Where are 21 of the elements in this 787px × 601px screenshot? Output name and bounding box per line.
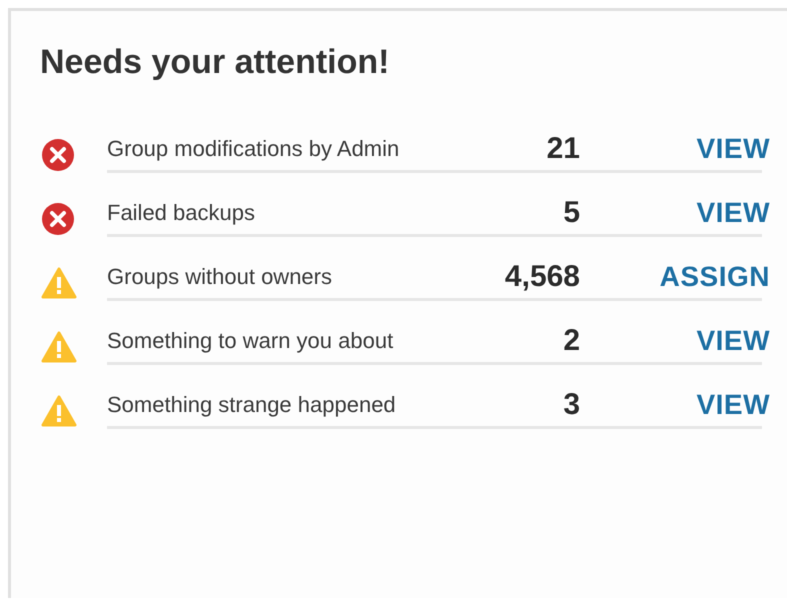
warning-icon [41,395,77,427]
action-link[interactable]: VIEW [580,132,770,164]
item-count: 2 [563,324,580,358]
action-link[interactable]: VIEW [580,388,770,420]
item-count: 21 [546,132,580,166]
item-label: Something to warn you about [107,328,394,354]
action-link[interactable]: ASSIGN [580,260,770,292]
warning-icon [41,267,77,299]
item-label: Something strange happened [107,392,397,418]
action-link[interactable]: VIEW [580,196,770,228]
item-count: 5 [563,196,580,230]
item-label: Failed backups [107,200,256,226]
item-label: Group modifications by Admin [107,136,400,162]
error-icon [41,202,75,236]
item-label: Groups without owners [107,264,333,290]
item-count: 3 [563,388,580,422]
item-count: 4,568 [504,260,580,294]
action-link[interactable]: VIEW [580,324,770,356]
warning-icon [41,331,77,363]
error-icon [41,138,75,172]
card-title: Needs your attention! [40,42,390,83]
